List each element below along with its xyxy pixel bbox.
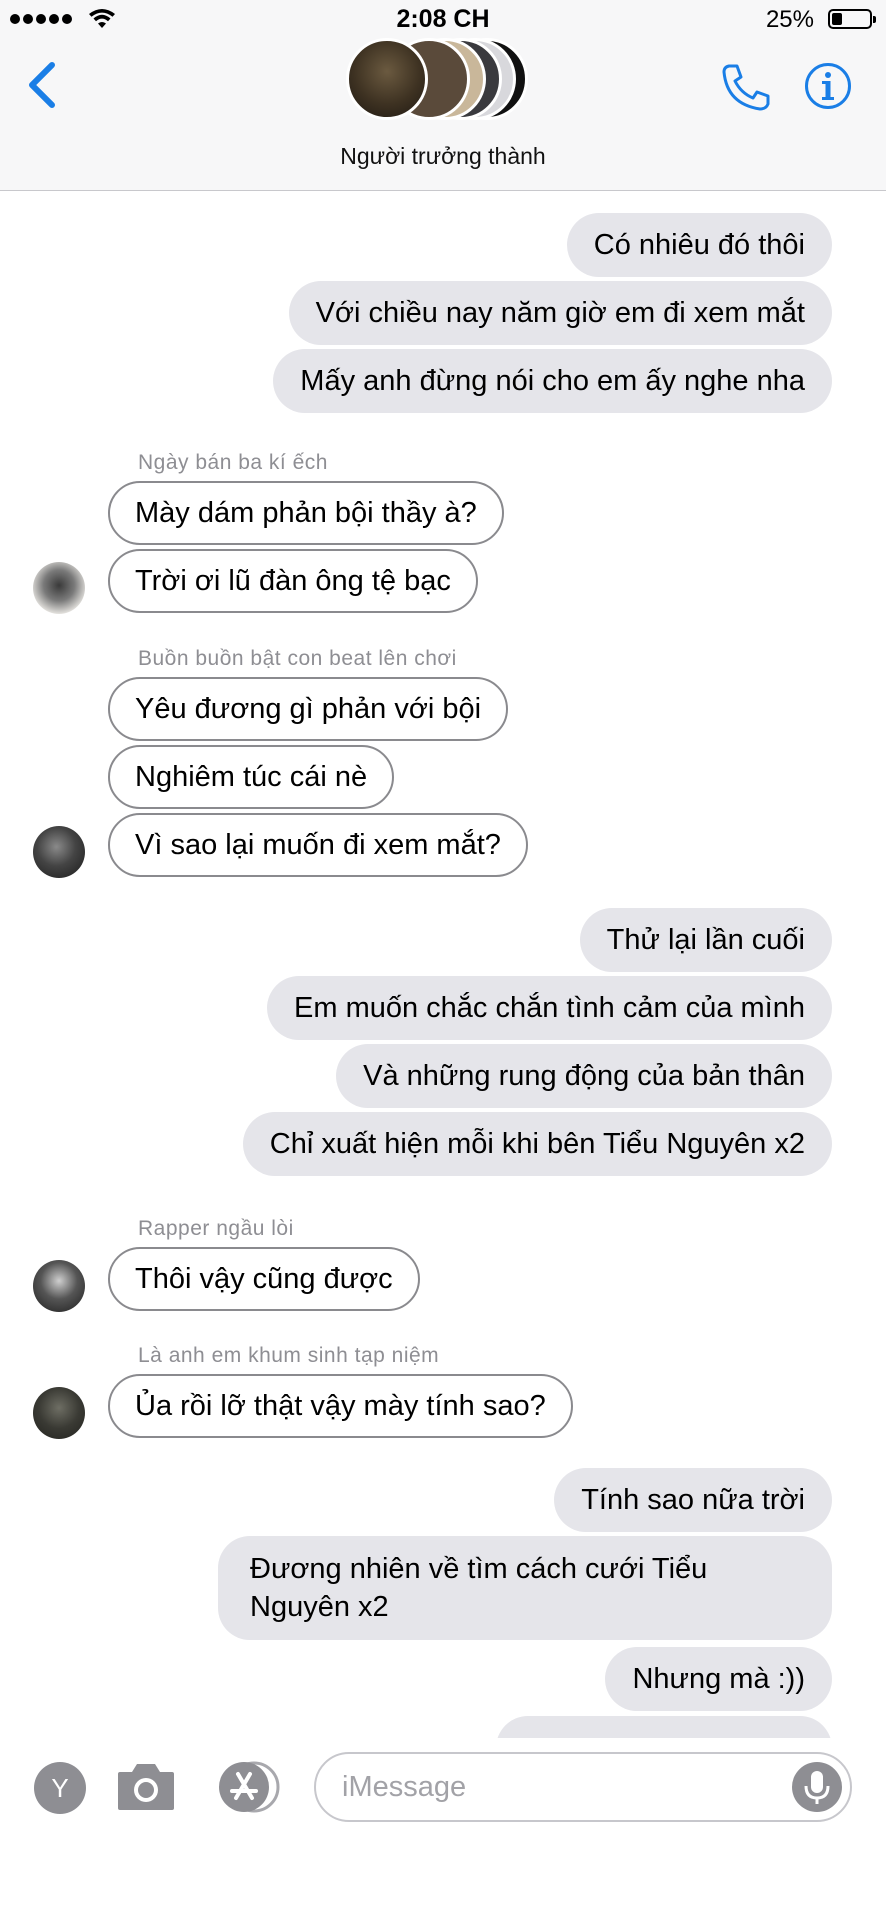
status-bar: 2:08 CH 25% (0, 0, 886, 38)
incoming-message[interactable]: Vì sao lại muốn đi xem mắt? (108, 813, 528, 877)
back-chevron-icon[interactable] (24, 60, 58, 110)
outgoing-message[interactable]: Với chiều nay năm giờ em đi xem mắt (288, 281, 832, 345)
battery-icon (828, 9, 876, 29)
message-input[interactable]: iMessage (314, 1752, 852, 1822)
outgoing-message[interactable]: Đương nhiên về tìm cách cưới Tiểu Nguyên… (218, 1536, 832, 1640)
phone-icon[interactable] (720, 62, 772, 112)
outgoing-message[interactable]: Thử lại lần cuối (579, 908, 832, 972)
incoming-message[interactable]: Thôi vậy cũng được (108, 1247, 420, 1311)
outgoing-message[interactable]: Mấy anh đừng nói cho em ấy nghe nha (273, 349, 832, 413)
member-avatar (346, 38, 428, 120)
incoming-message[interactable]: Ủa rồi lỡ thật vậy mày tính sao? (108, 1374, 573, 1438)
outgoing-message[interactable]: Và những rung động của bản thân (336, 1044, 832, 1108)
outgoing-message[interactable]: Em muốn chắc chắn tình cảm của mình (267, 976, 832, 1040)
sender-avatar[interactable] (33, 826, 85, 878)
outgoing-message[interactable]: Chỉ xuất hiện mỗi khi bên Tiểu Nguyên x2 (242, 1112, 832, 1176)
status-time: 2:08 CH (396, 5, 490, 33)
message-input-placeholder: iMessage (342, 1771, 467, 1803)
outgoing-message[interactable]: Có nhiêu đó thôi (566, 213, 832, 277)
group-avatars[interactable] (346, 38, 546, 124)
sender-avatar[interactable] (33, 562, 85, 614)
outgoing-message[interactable]: Tính sao nữa trời (554, 1468, 832, 1532)
sender-avatar[interactable] (33, 1260, 85, 1312)
incoming-message[interactable]: Trời ơi lũ đàn ông tệ bạc (108, 549, 478, 613)
microphone-button[interactable] (792, 1762, 842, 1812)
app-store-icon[interactable] (214, 1760, 284, 1814)
message-list[interactable]: Có nhiêu đó thôi Với chiều nay năm giờ e… (0, 190, 886, 1738)
sender-name: Buồn buồn bật con beat lên chơi (138, 647, 457, 670)
battery-percent: 25% (765, 6, 814, 33)
camera-icon[interactable] (116, 1760, 176, 1812)
group-name[interactable]: Người trưởng thành (0, 143, 886, 170)
outgoing-message[interactable]: Nhưng mà :)) (605, 1647, 832, 1711)
sender-avatar[interactable] (33, 1387, 85, 1439)
incoming-message[interactable]: Yêu đương gì phản với bội (108, 677, 509, 741)
sender-name: Ngày bán ba kí ếch (138, 451, 328, 474)
message-input-bar: Y iMessage (0, 1738, 886, 1838)
microphone-icon (804, 1771, 830, 1804)
outgoing-message-partial[interactable] (496, 1716, 832, 1738)
incoming-message[interactable]: Nghiêm túc cái nè (108, 745, 395, 809)
apps-button[interactable]: Y (34, 1762, 86, 1814)
incoming-message[interactable]: Mày dám phản bội thầy à? (108, 481, 504, 545)
sender-name: Rapper ngầu lòi (138, 1217, 294, 1240)
info-icon[interactable] (804, 62, 852, 110)
sender-name: Là anh em khum sinh tạp niệm (138, 1344, 440, 1367)
